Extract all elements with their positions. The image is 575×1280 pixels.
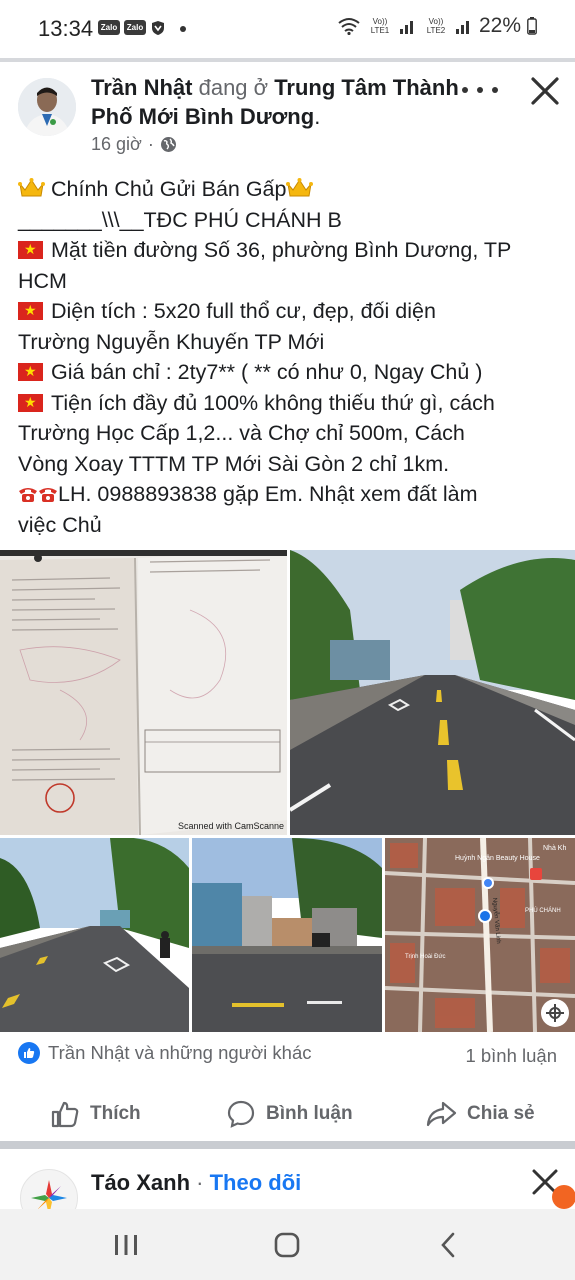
post-line: _______\\\__TĐC PHÚ CHÁNH B: [18, 207, 342, 232]
top-divider: [0, 58, 575, 62]
dot-indicator-icon: [180, 26, 186, 32]
vietnam-flag-icon: [18, 301, 43, 320]
map-label: Trịnh Hoài Đức: [405, 954, 445, 960]
globe-icon: [160, 137, 176, 152]
thumbs-up-icon: [51, 1101, 79, 1128]
battery-percent: 22%: [478, 14, 521, 37]
post-body: Chính Chủ Gửi Bán Gấp _______\\\__TĐC PH…: [18, 174, 563, 540]
telephone-emoji-icon: [19, 488, 37, 502]
photo-street-1[interactable]: [290, 550, 575, 835]
comments-count[interactable]: 1 bình luận: [465, 1045, 557, 1067]
location-prefix: đang ở: [198, 75, 269, 100]
like-label: Thích: [90, 1103, 141, 1124]
next-post-avatar[interactable]: [20, 1169, 78, 1209]
author-avatar[interactable]: [18, 78, 76, 136]
post-meta: 16 giờ ·: [91, 134, 177, 155]
next-post-header: Táo Xanh · Theo dõi: [91, 1170, 301, 1196]
home-icon: [274, 1232, 300, 1258]
map-label: PHÚ CHÁNH: [525, 907, 561, 914]
post-line: Vòng Xoay TTTM TP Mới Sài Gòn 2 chỉ 1km.: [18, 451, 450, 476]
vietnam-flag-icon: [18, 362, 43, 381]
post-time[interactable]: 16 giờ: [91, 134, 142, 155]
post-line: LH. 0988893838 gặp Em. Nhật xem đất làm: [18, 479, 563, 510]
reactions-text: Trần Nhật và những người khác: [48, 1042, 312, 1063]
status-time: 13:34: [38, 16, 94, 41]
recent-apps-button[interactable]: [96, 1227, 156, 1263]
next-post-separator: ·: [196, 1170, 204, 1195]
status-bar: 13:34 Zalo Zalo Vo)) LTE1 Vo)) LTE2 22%: [0, 0, 575, 58]
comment-icon: [227, 1100, 255, 1128]
sim1-label: Vo)) LTE1: [370, 17, 390, 35]
photo-grid: Scanned with CamScanne Huỳnh Ngân Beauty…: [0, 550, 575, 1032]
vietnam-flag-icon: [18, 393, 43, 412]
author-name[interactable]: Trần Nhật: [91, 75, 192, 100]
meta-separator: ·: [147, 134, 154, 154]
sim2-label: Vo)) LTE2: [426, 17, 446, 35]
post-actions: Thích Bình luận Chia sẻ: [0, 1090, 575, 1138]
battery-icon: [527, 17, 537, 35]
post-line: Diện tích : 5x20 full thổ cư, đẹp, đối d…: [18, 296, 563, 327]
wifi-icon: [338, 18, 360, 35]
location-suffix: .: [314, 104, 321, 129]
post-line: Trường Nguyễn Khuyến TP Mới: [18, 329, 325, 354]
post-line: Tiện ích đầy đủ 100% không thiếu thứ gì,…: [18, 388, 563, 419]
post-line: Giá bán chỉ : 2ty7** ( ** có như 0, Ngay…: [18, 357, 563, 388]
next-post: Táo Xanh · Theo dõi: [0, 1149, 575, 1209]
photo-map[interactable]: Huỳnh Ngân Beauty House Nguyễn Văn Linh …: [385, 838, 575, 1032]
telephone-emoji-icon: [39, 488, 57, 502]
like-button[interactable]: Thích: [50, 1090, 141, 1138]
next-post-author[interactable]: Táo Xanh: [91, 1170, 190, 1195]
vietnam-flag-icon: [18, 240, 43, 259]
signal-icon-sim1: [399, 21, 413, 34]
map-label: Nhà Kh: [543, 845, 566, 852]
photo-caption: Scanned with CamScanne: [178, 821, 284, 831]
comment-button[interactable]: Bình luận: [226, 1090, 353, 1138]
post-separator: [0, 1141, 575, 1149]
floating-bubble-icon[interactable]: [552, 1185, 575, 1209]
share-button[interactable]: Chia sẻ: [425, 1090, 535, 1138]
photo-document[interactable]: Scanned with CamScanne: [0, 550, 287, 835]
post-line: Mặt tiền đường Số 36, phường Bình Dương,…: [18, 235, 563, 266]
more-dot-icon: [492, 87, 498, 93]
more-dot-icon: [462, 87, 468, 93]
comment-label: Bình luận: [266, 1103, 353, 1124]
home-button[interactable]: [257, 1227, 317, 1263]
back-icon: [441, 1232, 455, 1258]
zalo-notification-icon-2: Zalo: [124, 20, 146, 35]
zalo-notification-icon: Zalo: [98, 20, 120, 35]
post-line: Chính Chủ Gửi Bán Gấp: [18, 174, 563, 205]
more-options-button[interactable]: [462, 78, 498, 102]
more-dot-icon: [477, 87, 483, 93]
map-label: Huỳnh Ngân Beauty House: [455, 855, 540, 862]
status-right: Vo)) LTE1 Vo)) LTE2 22%: [337, 14, 537, 38]
close-icon[interactable]: [528, 74, 562, 108]
photo-street-2[interactable]: [0, 838, 189, 1032]
share-icon: [426, 1101, 457, 1127]
share-label: Chia sẻ: [467, 1103, 535, 1124]
post-line: HCM: [18, 268, 67, 293]
recent-apps-icon: [115, 1235, 137, 1255]
photo-lot[interactable]: [192, 838, 382, 1032]
post-author-line: Trần Nhật đang ở Trung Tâm Thành Phố Mới…: [91, 73, 461, 131]
signal-icon-sim2: [455, 21, 469, 34]
shield-icon: [152, 21, 164, 35]
android-navigation-bar: [0, 1209, 575, 1280]
back-button[interactable]: [418, 1227, 478, 1263]
crown-emoji-icon: [286, 178, 314, 197]
crown-emoji-icon: [18, 178, 45, 197]
post-line: việc Chủ: [18, 512, 102, 537]
follow-button[interactable]: Theo dõi: [210, 1170, 302, 1195]
post-line: Trường Học Cấp 1,2... và Chợ chỉ 500m, C…: [18, 421, 465, 445]
reactions-summary[interactable]: Trần Nhật và những người khác: [18, 1042, 312, 1064]
like-reaction-icon: [18, 1042, 40, 1064]
